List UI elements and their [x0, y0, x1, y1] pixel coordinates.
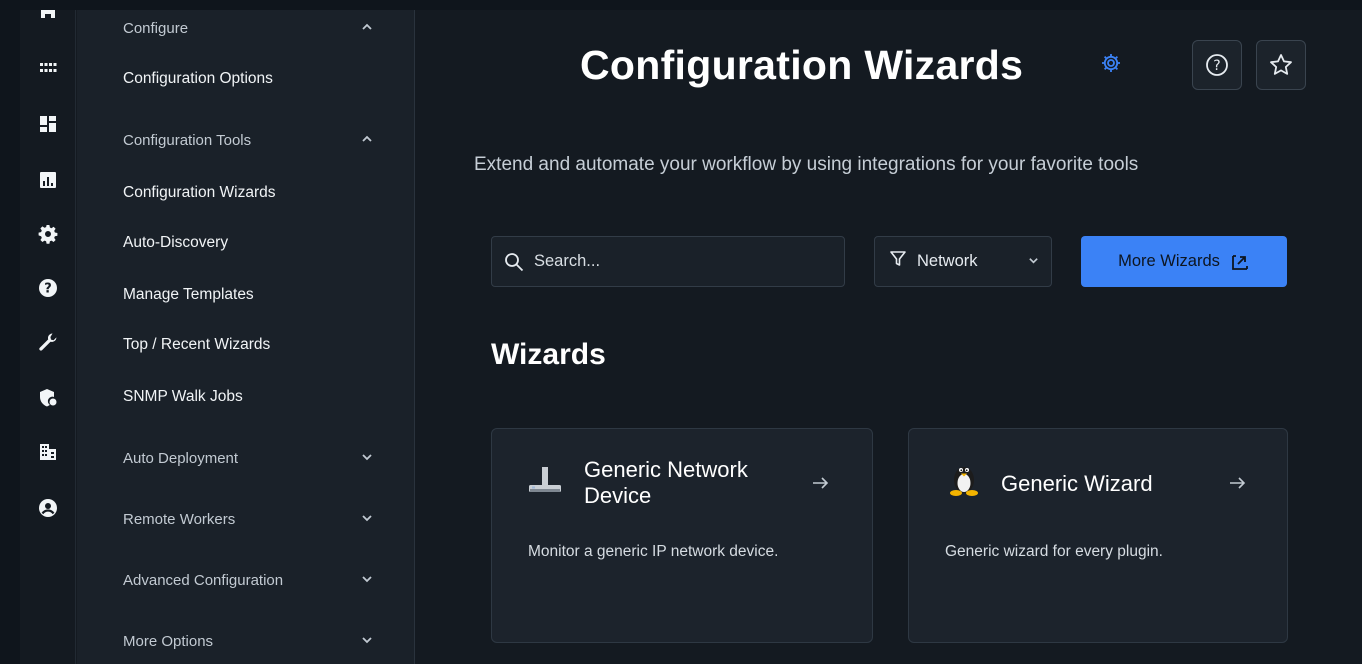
chevron-down-icon — [361, 572, 373, 589]
question-circle-icon: ? — [1206, 54, 1228, 76]
network-device-icon — [526, 463, 564, 501]
page-title: Configuration Wizards — [580, 42, 1024, 88]
menu-item-configuration-wizards[interactable]: Configuration Wizards — [123, 184, 275, 202]
help-button[interactable]: ? — [1192, 40, 1242, 90]
chevron-up-icon — [361, 132, 373, 149]
arrow-right-icon — [810, 473, 830, 493]
dashboard-icon[interactable] — [34, 110, 62, 138]
menu-section-auto-deployment[interactable]: Auto Deployment — [123, 450, 373, 467]
settings-gear-icon[interactable] — [1100, 52, 1122, 74]
help-icon[interactable]: ? — [34, 274, 62, 302]
menu-section-advanced-configuration[interactable]: Advanced Configuration — [123, 572, 373, 589]
page-subtitle: Extend and automate your workflow by usi… — [474, 154, 1139, 175]
card-description: Monitor a generic IP network device. — [528, 543, 779, 560]
card-title: Generic Wizard — [1001, 471, 1153, 496]
menu-section-label: More Options — [123, 633, 214, 650]
more-wizards-button[interactable]: More Wizards — [1081, 236, 1287, 287]
menu-item-top-recent-wizards[interactable]: Top / Recent Wizards — [123, 336, 270, 354]
side-menu: Configure Configuration Options Configur… — [77, 10, 415, 664]
menu-section-label: Remote Workers — [123, 511, 236, 528]
linux-penguin-icon — [945, 459, 983, 497]
menu-section-label: Configuration Tools — [123, 132, 252, 149]
menu-section-remote-workers[interactable]: Remote Workers — [123, 511, 373, 528]
grid-icon[interactable] — [34, 54, 62, 82]
chart-icon[interactable] — [34, 166, 62, 194]
chevron-down-icon — [361, 633, 373, 650]
menu-item-snmp-walk-jobs[interactable]: SNMP Walk Jobs — [123, 388, 243, 406]
menu-section-configure[interactable]: Configure — [123, 20, 373, 37]
shield-user-icon[interactable] — [34, 384, 62, 412]
favorite-button[interactable] — [1256, 40, 1306, 90]
card-title-line: Generic Network — [584, 457, 748, 482]
card-title-line: Device — [584, 483, 652, 508]
star-icon — [1270, 54, 1292, 75]
menu-section-configuration-tools[interactable]: Configuration Tools — [123, 132, 373, 149]
arrow-right-icon — [1227, 473, 1247, 493]
menu-item-manage-templates[interactable]: Manage Templates — [123, 286, 254, 304]
icon-rail: ? — [20, 10, 76, 664]
more-wizards-label: More Wizards — [1118, 252, 1220, 270]
external-link-icon — [1231, 254, 1248, 270]
card-title: Generic Network Device — [584, 457, 748, 509]
svg-text:?: ? — [1213, 58, 1220, 74]
menu-section-label: Advanced Configuration — [123, 572, 284, 589]
category-filter-select[interactable]: Network — [874, 236, 1052, 287]
wizards-heading: Wizards — [491, 338, 606, 371]
building-icon[interactable] — [34, 438, 62, 466]
gear-icon[interactable] — [34, 220, 62, 248]
svg-text:?: ? — [44, 282, 52, 297]
search-input[interactable] — [534, 252, 814, 271]
chevron-down-icon — [1028, 252, 1039, 271]
user-circle-icon[interactable] — [34, 494, 62, 522]
filter-value: Network — [917, 252, 978, 270]
search-icon — [505, 252, 524, 271]
menu-item-auto-discovery[interactable]: Auto-Discovery — [123, 234, 228, 252]
chevron-up-icon — [361, 20, 373, 37]
menu-section-more-options[interactable]: More Options — [123, 633, 373, 650]
wrench-icon[interactable] — [34, 328, 62, 356]
menu-section-label: Auto Deployment — [123, 450, 239, 467]
search-box — [491, 236, 845, 287]
main-content: Configuration Wizards ? Extend and autom… — [416, 10, 1362, 664]
app-frame: ? Configure Configuration Options Config… — [20, 10, 1362, 664]
menu-item-configuration-options[interactable]: Configuration Options — [123, 70, 273, 88]
card-description: Generic wizard for every plugin. — [945, 543, 1163, 560]
chevron-down-icon — [361, 511, 373, 528]
home-icon[interactable] — [34, 10, 62, 28]
chevron-down-icon — [361, 450, 373, 467]
wizard-card-generic-wizard[interactable]: Generic Wizard Generic wizard for every … — [908, 428, 1288, 643]
wizard-card-generic-network-device[interactable]: Generic Network Device Monitor a generic… — [491, 428, 873, 643]
menu-section-label: Configure — [123, 20, 189, 37]
filter-icon — [889, 250, 917, 273]
